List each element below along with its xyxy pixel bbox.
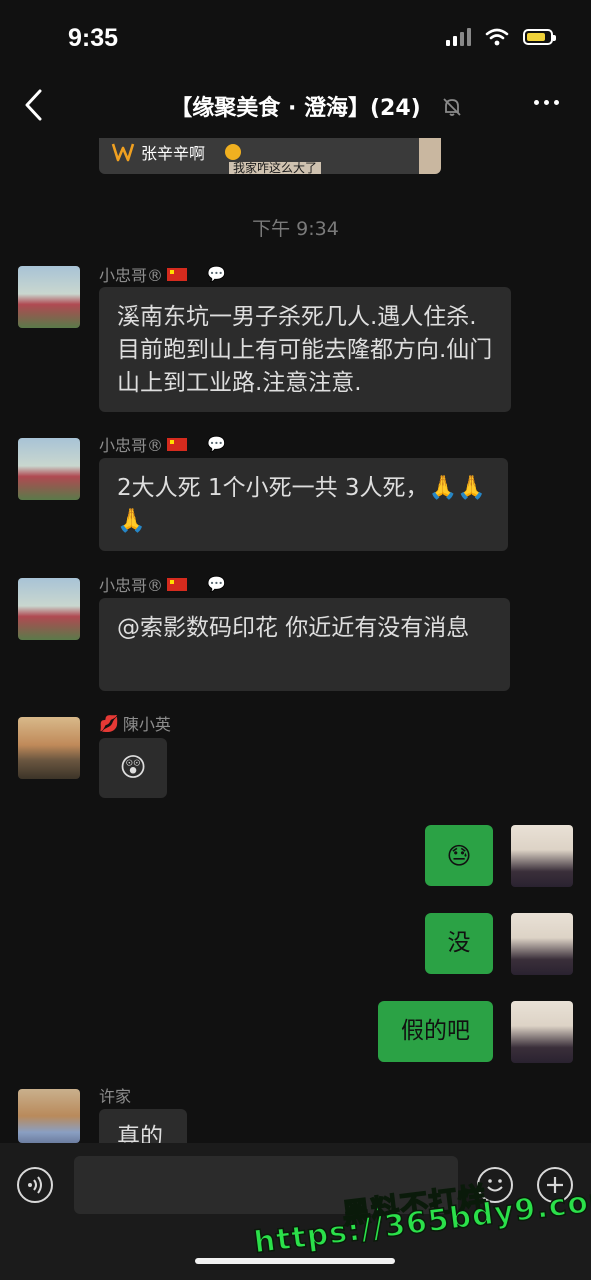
status-time: 9:35 bbox=[68, 24, 119, 52]
sender-name-row: 小忠哥® 💬 bbox=[99, 572, 226, 596]
home-indicator bbox=[195, 1258, 395, 1264]
sender-name: 小忠哥® bbox=[99, 436, 164, 455]
sender-name: 许家 bbox=[99, 1087, 132, 1106]
battery-icon bbox=[523, 29, 556, 45]
sender-name-row: 💋 陳小英 bbox=[99, 711, 171, 735]
my-avatar[interactable] bbox=[511, 825, 573, 887]
quoted-card-author: 张辛辛啊 bbox=[141, 144, 206, 163]
avatar[interactable] bbox=[18, 266, 80, 328]
sender-name-row: 小忠哥® 💬 bbox=[99, 262, 226, 286]
emoji-message-bubble[interactable]: 😲 bbox=[99, 738, 167, 798]
avatar[interactable] bbox=[18, 578, 80, 640]
message-bubble[interactable]: 真的 bbox=[99, 1109, 187, 1143]
podium-speaker-icon: 💬 bbox=[207, 575, 226, 593]
sender-name-row: 小忠哥® 💬 bbox=[99, 432, 226, 456]
my-avatar[interactable] bbox=[511, 1001, 573, 1063]
more-options-icon[interactable] bbox=[534, 100, 559, 105]
video-channel-icon bbox=[111, 143, 135, 162]
my-message-bubble[interactable]: 没 bbox=[425, 913, 493, 974]
china-flag-icon bbox=[167, 437, 188, 451]
my-message-bubble[interactable]: 😓 bbox=[425, 825, 493, 886]
podium-speaker-icon: 💬 bbox=[207, 435, 226, 453]
video-thumbnail bbox=[419, 138, 441, 174]
my-message-bubble[interactable]: 假的吧 bbox=[378, 1001, 493, 1062]
sender-name: 小忠哥® bbox=[99, 266, 164, 285]
quoted-video-card[interactable]: 张辛辛啊 我家咋这么大了 bbox=[99, 138, 441, 174]
cellular-signal-icon bbox=[446, 28, 471, 46]
china-flag-icon bbox=[167, 267, 188, 281]
time-divider: 下午 9:34 bbox=[252, 218, 339, 240]
sender-name: 陳小英 bbox=[122, 715, 171, 734]
mute-bell-icon bbox=[443, 98, 461, 116]
message-bubble[interactable]: 溪南东坑一男子杀死几人.遇人住杀.目前跑到山上有可能去隆都方向.仙门山上到工业路… bbox=[99, 287, 511, 412]
chat-title: 【缘聚美食 · 澄海】(24) bbox=[170, 96, 421, 121]
voice-icon bbox=[28, 1176, 42, 1194]
lips-icon: 💋 bbox=[99, 713, 119, 733]
wifi-icon bbox=[485, 28, 509, 46]
message-bubble[interactable]: @索影数码印花 你近近有没有消息 bbox=[99, 598, 510, 691]
china-flag-icon bbox=[167, 577, 188, 591]
sender-name: 小忠哥® bbox=[99, 576, 164, 595]
status-icons bbox=[446, 28, 556, 46]
quoted-card-caption: 我家咋这么大了 bbox=[229, 162, 322, 174]
avatar[interactable] bbox=[18, 717, 80, 779]
verified-badge-icon bbox=[225, 144, 241, 160]
avatar[interactable] bbox=[18, 1089, 80, 1143]
avatar[interactable] bbox=[18, 438, 80, 500]
podium-speaker-icon: 💬 bbox=[207, 265, 226, 283]
voice-input-button[interactable] bbox=[17, 1167, 53, 1203]
my-avatar[interactable] bbox=[511, 913, 573, 975]
message-bubble[interactable]: 2大人死 1个小死一共 3人死，🙏🙏🙏 bbox=[99, 458, 508, 551]
